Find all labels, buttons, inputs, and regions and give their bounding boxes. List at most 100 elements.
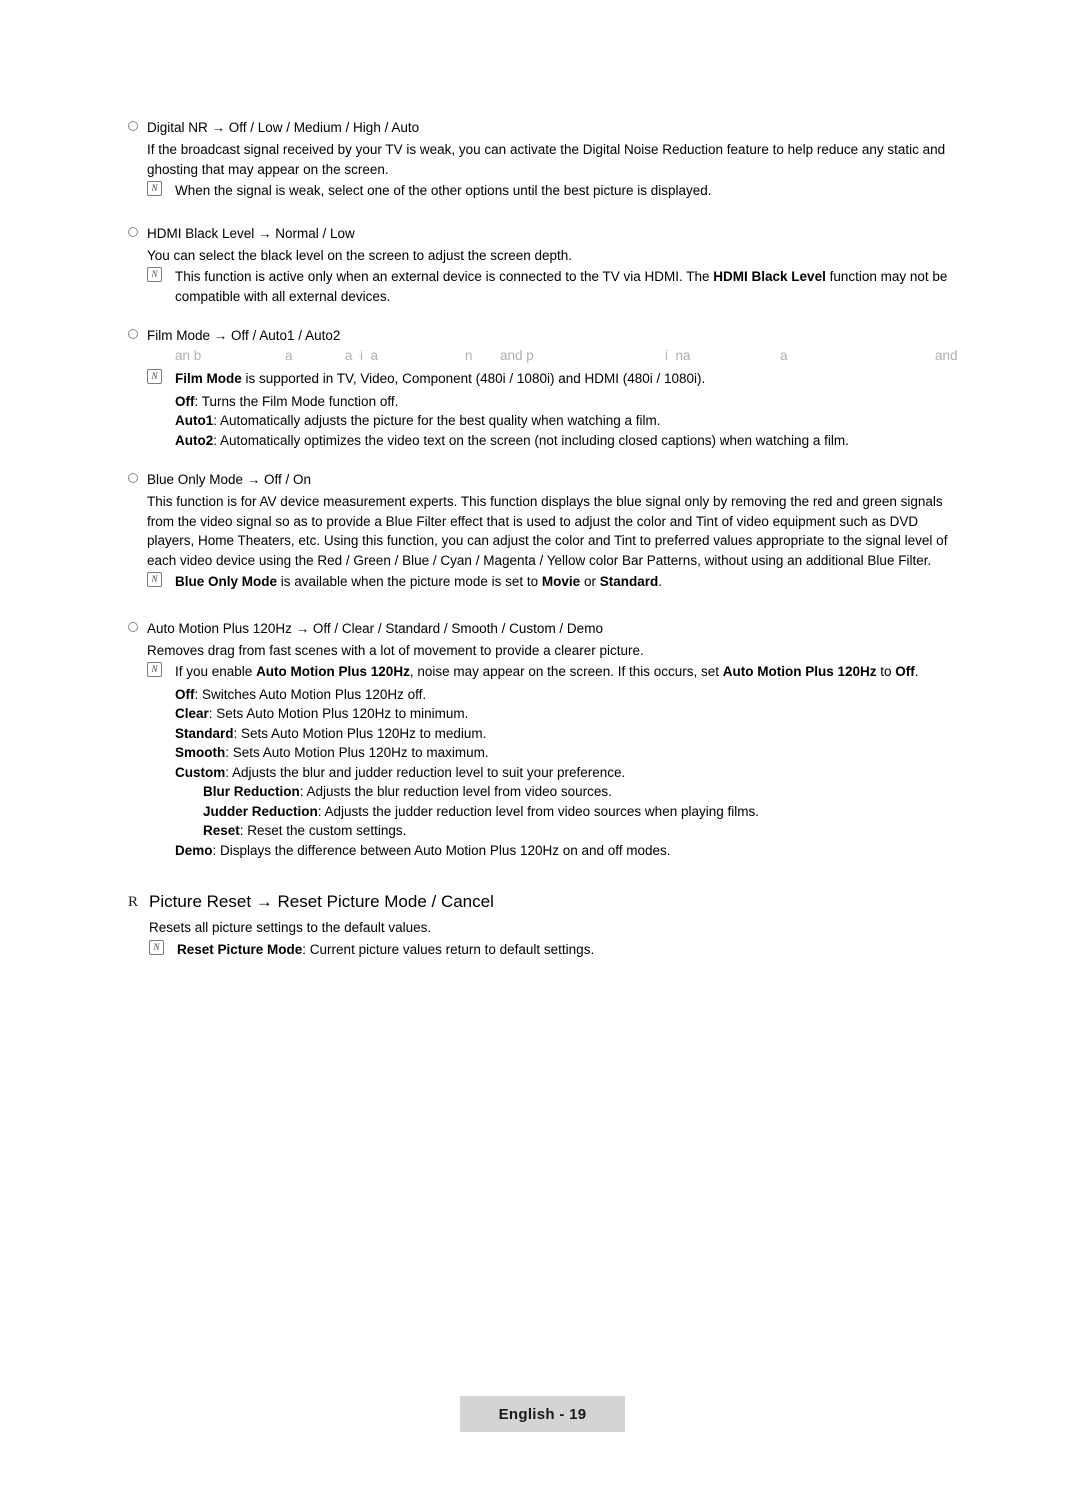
note-text: This function is active only when an ext… [175,267,958,306]
sub-item: Clear: Sets Auto Motion Plus 120Hz to mi… [175,704,958,724]
option-film-mode: Film Mode → Off / Auto1 / Auto2 an b a a… [128,326,958,450]
sub-item-label: Smooth [175,745,226,760]
note-bold-term: Reset Picture Mode [177,941,303,957]
degraded-fragment: n [465,348,473,363]
option-blue-only-mode: Blue Only Mode → Off / On This function … [128,470,958,595]
note-text: If you enable Auto Motion Plus 120Hz, no… [175,662,958,682]
option-description: Removes drag from fast scenes with a lot… [147,642,644,658]
deep-sub-item: Judder Reduction: Adjusts the judder red… [203,802,958,822]
section-picture-reset: R Picture Reset → Reset Picture Mode / C… [128,890,958,914]
sub-item-text: : Adjusts the blur and judder reduction … [225,764,626,780]
sub-item-label: Clear [175,706,209,721]
note-bold-term: Auto Motion Plus 120Hz [256,664,410,679]
option-description: This function is for AV device measureme… [147,494,948,568]
deep-sub-item-text: : Reset the custom settings. [239,823,407,838]
sub-item-label: Off [175,393,195,409]
deep-sub-item-label: Blur Reduction [203,784,300,799]
option-heading: Film Mode → Off / Auto1 / Auto2 [128,326,958,346]
sub-item: Demo: Displays the difference between Au… [175,841,958,861]
sub-item-text: : Turns the Film Mode function off. [194,393,399,409]
note-icon: N [147,267,175,290]
note-bold-term: Film Mode [175,371,242,386]
option-title: Blue Only Mode → Off / On [147,472,312,487]
note-row: N Film Mode is supported in TV, Video, C… [147,369,958,392]
sub-item-label: Auto2 [175,432,214,448]
sub-item-label: Custom [175,764,226,780]
note-text: Reset Picture Mode: Current picture valu… [177,940,958,963]
note-row: N If you enable Auto Motion Plus 120Hz, … [147,662,958,685]
deep-sub-item-text: : Adjusts the blur reduction level from … [299,784,612,799]
circle-bullet-icon [128,118,147,138]
note-row: N Blue Only Mode is available when the p… [147,572,958,595]
note-suffix: is supported in TV, Video, Component (48… [241,371,706,386]
degraded-fragment: and p [500,348,534,363]
note-text: When the signal is weak, select one of t… [175,183,712,198]
note-bold-term: Auto Motion Plus 120Hz [722,664,877,679]
note-text: Film Mode is supported in TV, Video, Com… [175,369,958,389]
option-heading: Blue Only Mode → Off / On [128,470,958,490]
sub-item: Standard: Sets Auto Motion Plus 120Hz to… [175,724,958,744]
note-icon: N [147,572,175,595]
deep-sub-item-text: : Adjusts the judder reduction level fro… [317,803,759,819]
note-suffix: : Current picture values return to defau… [302,941,595,957]
sub-item-text: : Automatically adjusts the picture for … [213,413,661,428]
note-text-part: is available when the picture mode is se… [277,574,542,589]
option-title: Digital NR → Off / Low / Medium / High /… [147,120,420,135]
degraded-fragment: a i a [345,348,379,363]
manual-page: Digital NR → Off / Low / Medium / High /… [0,0,1080,1488]
sub-item-label: Auto1 [175,413,214,428]
sub-item-text: : Sets Auto Motion Plus 120Hz to maximum… [225,745,489,760]
sub-item-label: Off [175,686,195,702]
section-title: Picture Reset → Reset Picture Mode / Can… [149,892,494,911]
note-row: N This function is active only when an e… [147,267,958,306]
note-bold-term: Blue Only Mode [175,574,278,589]
note-text-part: . [658,574,662,589]
option-description: You can select the black level on the sc… [147,247,573,263]
note-bold-term: Standard [599,574,659,589]
sub-item: Auto2: Automatically optimizes the video… [175,431,958,451]
note-bold-term: Off [895,664,915,679]
degraded-fragment: i na [665,348,691,363]
note-text-part: to [876,664,896,679]
note-bold-term: HDMI Black Level [713,269,826,284]
deep-sub-item-label: Judder Reduction [203,803,318,819]
note-icon: N [149,939,177,963]
section-marker-icon: R [128,894,139,910]
sub-item-text: : Switches Auto Motion Plus 120Hz off. [194,686,427,702]
circle-bullet-icon [128,470,147,490]
circle-bullet-icon [128,326,147,346]
option-description: If the broadcast signal received by your… [147,142,946,177]
deep-sub-item-label: Reset [203,823,240,838]
sub-item: Off: Turns the Film Mode function off. [175,392,958,412]
sub-item-label: Standard [175,725,234,741]
circle-bullet-icon [128,224,147,244]
sub-item-text: : Sets Auto Motion Plus 120Hz to medium. [233,725,487,741]
option-auto-motion-plus: Auto Motion Plus 120Hz → Off / Clear / S… [128,619,958,861]
note-icon: N [147,662,175,685]
footer-label: English - 19 [498,1405,587,1423]
option-heading: Digital NR → Off / Low / Medium / High /… [128,118,958,138]
page-content: Digital NR → Off / Low / Medium / High /… [128,118,958,962]
note-text-part: . [914,664,919,679]
section-description: Resets all picture settings to the defau… [149,920,432,935]
option-heading: Auto Motion Plus 120Hz → Off / Clear / S… [128,619,958,639]
degraded-fragment: a [780,348,788,363]
sub-item: Custom: Adjusts the blur and judder redu… [175,763,958,783]
option-title: Auto Motion Plus 120Hz → Off / Clear / S… [147,620,603,636]
note-prefix: This function is active only when an ext… [175,269,714,284]
degraded-fragment: an b [175,348,202,363]
deep-sub-item: Blur Reduction: Adjusts the blur reducti… [203,782,958,802]
option-title: Film Mode → Off / Auto1 / Auto2 [147,328,341,343]
note-icon: N [147,181,175,204]
option-title: HDMI Black Level → Normal / Low [147,225,355,241]
note-text-part: , noise may appear on the screen. If thi… [409,664,723,679]
degraded-fragment: and [935,348,958,363]
note-text-part: If you enable [175,664,257,679]
degraded-text-line: an b a a i a n and p i na a and [175,348,958,367]
sub-item-text: : Sets Auto Motion Plus 120Hz to minimum… [208,706,469,721]
note-row: N Reset Picture Mode: Current picture va… [149,939,958,963]
note-text-part: or [580,574,600,589]
sub-item: Auto1: Automatically adjusts the picture… [175,411,958,431]
option-hdmi-black-level: HDMI Black Level → Normal / Low You can … [128,224,958,307]
sub-item: Off: Switches Auto Motion Plus 120Hz off… [175,685,958,705]
